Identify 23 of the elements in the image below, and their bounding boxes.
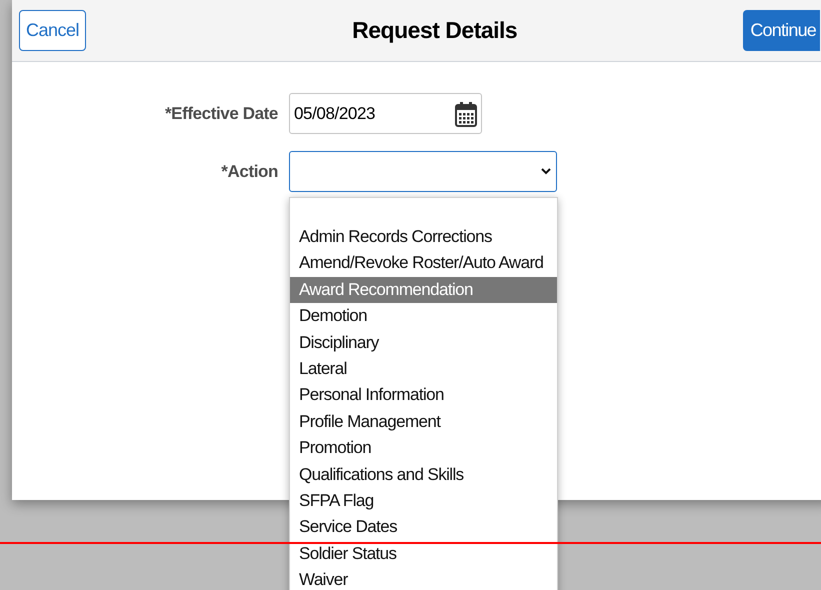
- dropdown-option[interactable]: Service Dates: [290, 514, 557, 541]
- chevron-down-icon: [541, 168, 551, 175]
- dropdown-option[interactable]: Waiver: [290, 567, 557, 590]
- calendar-icon[interactable]: [455, 100, 477, 126]
- dropdown-option[interactable]: Admin Records Corrections: [290, 224, 557, 250]
- dropdown-option[interactable]: Promotion: [290, 435, 557, 462]
- action-select[interactable]: [289, 151, 557, 192]
- dropdown-option[interactable]: Lateral: [290, 356, 557, 382]
- dropdown-option[interactable]: SFPA Flag: [290, 488, 557, 514]
- dropdown-option[interactable]: Amend/Revoke Roster/Auto Award: [290, 250, 557, 277]
- dropdown-option[interactable]: Qualifications and Skills: [290, 462, 557, 488]
- dropdown-option[interactable]: Profile Management: [290, 408, 557, 436]
- dropdown-option[interactable]: Disciplinary: [290, 330, 557, 356]
- continue-button[interactable]: Continue: [743, 10, 820, 51]
- dropdown-option[interactable]: Award Recommendation: [290, 276, 557, 304]
- date-value: 05/08/2023: [294, 102, 376, 125]
- dropdown-option[interactable]: Personal Information: [290, 382, 557, 409]
- date-field[interactable]: 05/08/2023: [289, 93, 482, 134]
- field-label: *Action: [221, 160, 278, 183]
- dropdown-option[interactable]: Demotion: [290, 303, 557, 330]
- dialog-title: Request Details: [352, 16, 518, 46]
- cancel-button[interactable]: Cancel: [19, 10, 86, 51]
- field-label: *Effective Date: [164, 102, 278, 125]
